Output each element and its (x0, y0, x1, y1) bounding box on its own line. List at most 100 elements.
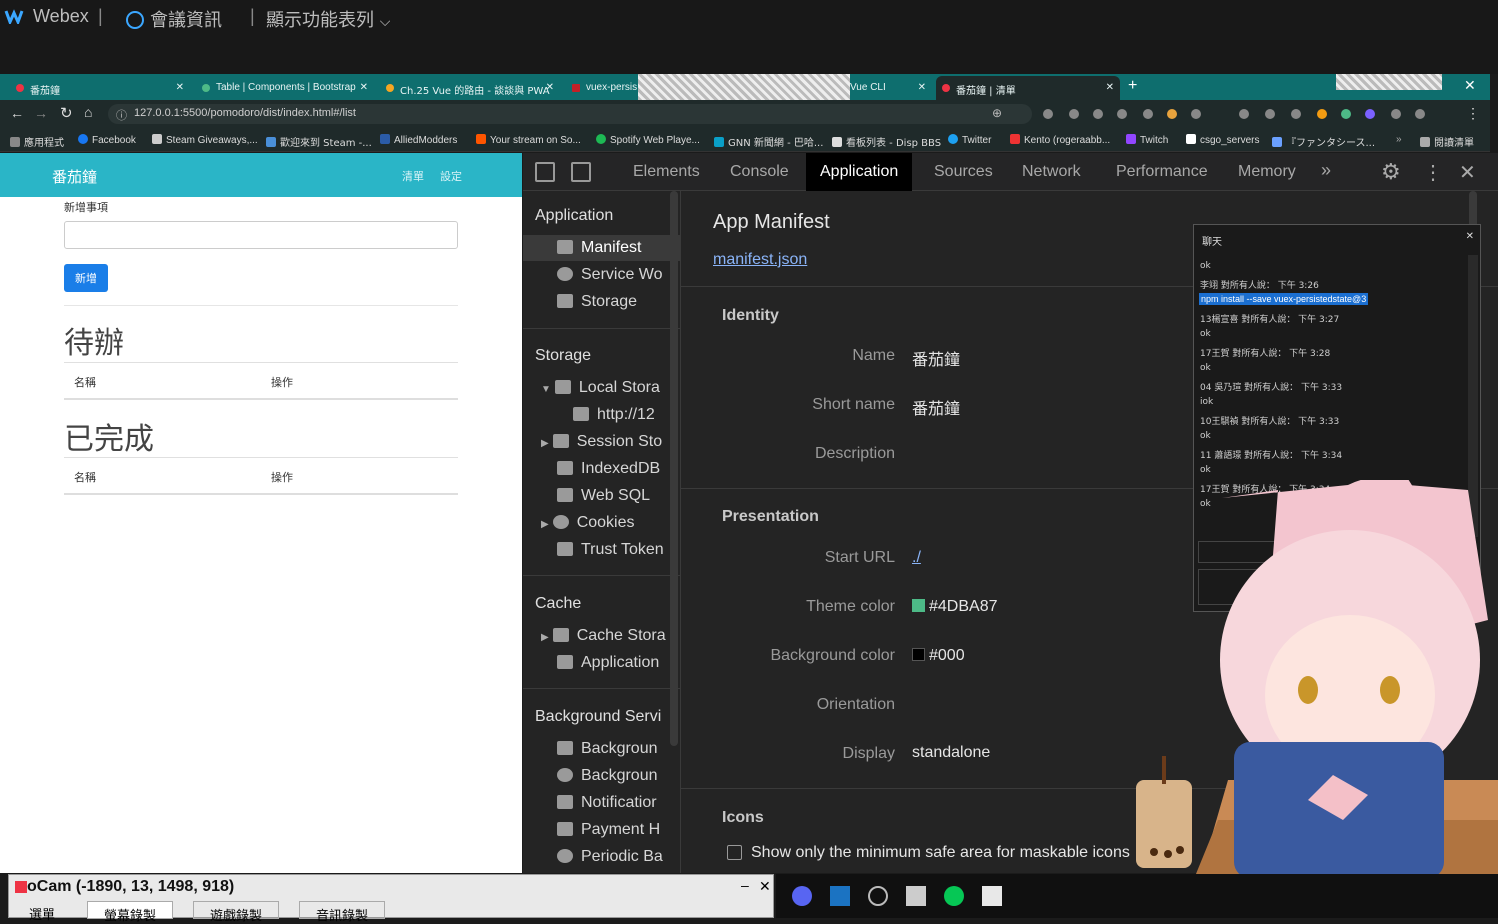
extension-icons[interactable] (1040, 107, 1440, 121)
start-url-link[interactable]: ./ (912, 549, 921, 567)
browser-tab-active[interactable]: 番茄鐘 | 清單 ✕ (936, 76, 1120, 100)
omnibox[interactable]: ⓘ 127.0.0.1:5500/pomodoro/dist/index.htm… (108, 104, 1032, 124)
tab-network[interactable]: Network (1022, 163, 1081, 181)
bookmark-item[interactable]: Facebook (78, 134, 136, 146)
ocam-tab-menu[interactable]: 選單 (29, 904, 55, 923)
tab-memory[interactable]: Memory (1238, 163, 1296, 181)
more-vert-icon[interactable]: ⋮ (1423, 160, 1443, 185)
nav-list-link[interactable]: 清單 (402, 168, 424, 184)
chat-message-highlighted[interactable]: npm install --save vuex-persistedstate@3 (1199, 293, 1369, 305)
meeting-info-button[interactable]: 會議資訊 (126, 6, 222, 32)
github-icon (1186, 134, 1196, 144)
bookmark-item[interactable]: csgo_servers (1186, 134, 1259, 146)
line-icon[interactable] (944, 886, 964, 906)
browser-tab[interactable]: Vue CLI ✕ (842, 76, 932, 100)
add-button[interactable]: 新增 (64, 264, 108, 292)
browser-tab[interactable]: Ch.25 Vue 的路由 - 談談與 PWA ✕ (380, 76, 560, 100)
new-tab-button[interactable]: + (1128, 77, 1137, 95)
discord-icon[interactable] (792, 886, 812, 906)
ocam-tab-screen-record[interactable]: 螢幕錄製 (87, 901, 174, 924)
bookmark-item[interactable]: 『ファンタシース... (1272, 134, 1375, 149)
more-tabs-button[interactable]: » (1321, 160, 1331, 181)
sidebar-item-trust-tokens[interactable]: Trust Token (557, 541, 664, 559)
sidebar-item-background-sync[interactable]: Backgroun (557, 767, 658, 785)
clock-icon (557, 849, 573, 863)
alliedmodders-icon (380, 134, 390, 144)
lp-icon[interactable] (982, 886, 1002, 906)
close-icon[interactable]: ✕ (759, 878, 771, 895)
sidebar-item-application-cache[interactable]: Application (557, 654, 659, 672)
sidebar-item-periodic-sync[interactable]: Periodic Ba (557, 848, 663, 866)
info-icon[interactable]: ⓘ (116, 107, 127, 123)
sidebar-item-session-storage[interactable]: ▶ Session Sto (541, 433, 662, 451)
bookmark-item[interactable]: AlliedModders (380, 134, 457, 146)
tab-sources[interactable]: Sources (934, 163, 993, 181)
sidebar-item-indexeddb[interactable]: IndexedDB (557, 460, 660, 478)
home-icon[interactable]: ⌂ (84, 104, 92, 120)
twitter-icon (948, 134, 958, 144)
bookmark-item[interactable]: Your stream on So... (476, 134, 581, 146)
sidebar-scrollbar[interactable] (670, 191, 678, 746)
reload-icon[interactable]: ↻ (60, 104, 73, 122)
gear-icon[interactable]: ⚙ (1381, 159, 1401, 185)
webex-logo[interactable]: Webex (4, 6, 89, 27)
inspect-element-icon[interactable] (535, 162, 555, 182)
bookmark-item[interactable]: 應用程式 (10, 134, 64, 149)
tab-console[interactable]: Console (730, 163, 789, 181)
tab-performance[interactable]: Performance (1116, 163, 1208, 181)
clock-icon[interactable] (868, 886, 888, 906)
bookmark-item[interactable]: Twitter (948, 134, 991, 146)
browser-tab[interactable]: vuex-persis (566, 76, 638, 100)
close-icon[interactable]: ✕ (360, 82, 368, 93)
vscode-icon[interactable] (830, 886, 850, 906)
sidebar-item-web-sql[interactable]: Web SQL (557, 487, 650, 505)
sidebar-item-payment-handler[interactable]: Payment H (557, 821, 660, 839)
browser-tab[interactable]: Table | Components | Bootstrap ✕ (196, 76, 374, 100)
close-icon[interactable]: ✕ (546, 82, 554, 93)
close-icon[interactable]: ✕ (1106, 82, 1114, 93)
forward-icon[interactable]: → (34, 105, 48, 121)
sidebar-item-cache-storage[interactable]: ▶ Cache Stora (541, 627, 666, 645)
sidebar-item-service-workers[interactable]: Service Wo (557, 266, 663, 284)
bookmark-item[interactable]: Twitch (1126, 134, 1168, 146)
close-window-icon[interactable]: ✕ (1464, 77, 1476, 94)
bookmark-item[interactable]: GNN 新聞網 - 巴哈... (714, 134, 823, 149)
close-icon[interactable]: ✕ (1459, 160, 1476, 185)
bookmark-item[interactable]: Kento (rogeraabb... (1010, 134, 1110, 146)
close-icon[interactable]: ✕ (1466, 231, 1474, 242)
bookmark-item[interactable]: 看板列表 - Disp BBS (832, 134, 941, 149)
sidebar-item-local-storage[interactable]: ▼ Local Stora (541, 379, 660, 397)
chat-app-icon[interactable] (906, 886, 926, 906)
minimize-icon[interactable]: – (741, 877, 749, 893)
close-icon[interactable]: ✕ (176, 82, 184, 93)
tab-application[interactable]: Application (806, 153, 913, 191)
maskable-checkbox[interactable] (727, 845, 742, 860)
device-toolbar-icon[interactable] (571, 162, 591, 182)
bookmark-item[interactable]: Steam Giveaways,... (152, 134, 258, 146)
sidebar-item-manifest[interactable]: Manifest (557, 239, 641, 257)
tab-elements[interactable]: Elements (633, 163, 700, 181)
sidebar-item-storage[interactable]: Storage (557, 293, 637, 311)
bookmark-item[interactable]: 歡迎來到 Steam -... (266, 134, 372, 149)
browser-tab[interactable]: 番茄鐘 ✕ (10, 76, 190, 100)
more-vert-icon[interactable]: ⋮ (1466, 105, 1480, 122)
close-icon[interactable]: ✕ (918, 82, 926, 93)
bookmarks-overflow-icon[interactable]: » (1396, 134, 1402, 145)
ocam-tab-game-record[interactable]: 遊戲錄製 (193, 901, 280, 924)
reading-list[interactable]: 閱讀清單 (1420, 134, 1474, 149)
sidebar-item-background-fetch[interactable]: Backgroun (557, 740, 658, 758)
sidebar-item-local-origin[interactable]: http://12 (573, 406, 655, 424)
show-menu-button[interactable]: 顯示功能表列 ⌵ (266, 6, 390, 32)
sidebar-item-notifications[interactable]: Notificatior (557, 794, 657, 812)
new-todo-input[interactable] (64, 221, 458, 249)
app-brand[interactable]: 番茄鐘 (52, 166, 97, 187)
manifest-link[interactable]: manifest.json (713, 251, 807, 269)
sidebar-item-cookies[interactable]: ▶ Cookies (541, 514, 635, 532)
install-app-icon[interactable]: ⊕ (992, 106, 1002, 120)
bookmark-label: 『ファンタシース... (1286, 138, 1376, 149)
back-icon[interactable]: ← (10, 105, 24, 121)
ocam-tab-audio-record[interactable]: 音訊錄製 (299, 901, 386, 924)
bookmark-item[interactable]: Spotify Web Playe... (596, 134, 700, 146)
nav-settings-link[interactable]: 設定 (440, 168, 462, 184)
chevron-down-icon: ⌵ (379, 14, 391, 30)
